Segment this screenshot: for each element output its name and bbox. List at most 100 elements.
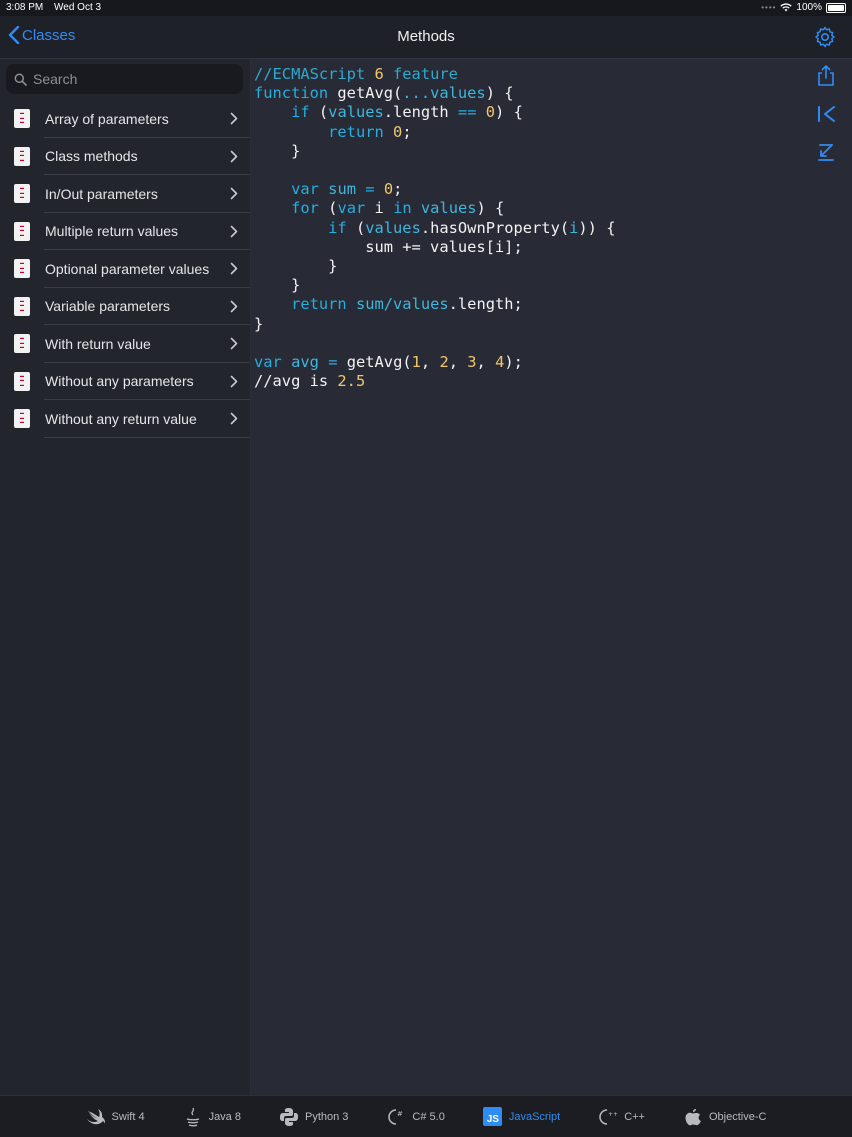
chevron-right-icon xyxy=(230,225,238,237)
status-date: Wed Oct 3 xyxy=(54,2,102,13)
search-box[interactable] xyxy=(6,64,243,94)
language-tab-bar: Swift 4 Java 8 Python 3 # C# 5.0 JS JavaScript… xyxy=(0,1095,852,1137)
code-token: } xyxy=(254,141,301,160)
code-line: var sum = 0; xyxy=(254,180,402,198)
multitasking-dots-icon: •••• xyxy=(761,3,777,12)
code-view: //ECMAScript 6 feature function getAvg(.… xyxy=(254,65,794,391)
code-line: } xyxy=(254,142,300,160)
code-line: sum += values[i]; xyxy=(254,238,523,256)
method-list-item[interactable]: ▬ ▬ ▬ Variable parameters xyxy=(0,288,250,325)
method-list-item[interactable]: ▬ ▬ ▬ Without any return value xyxy=(0,400,250,438)
share-button[interactable] xyxy=(814,64,838,88)
method-list-item[interactable]: ▬ ▬ ▬ Multiple return values xyxy=(0,213,250,250)
code-token: if xyxy=(291,103,310,122)
code-token: function xyxy=(254,84,329,103)
tab-java[interactable]: Java 8 xyxy=(164,1096,260,1137)
code-file-icon: ▬ ▬ ▬ xyxy=(14,109,30,128)
code-token: //ECMAScript xyxy=(254,65,375,83)
code-token: values xyxy=(328,103,384,122)
method-list-item[interactable]: ▬ ▬ ▬ Optional parameter values xyxy=(0,250,250,288)
code-token: return xyxy=(291,295,347,314)
code-token: } xyxy=(254,257,338,276)
code-file-icon: ▬ ▬ ▬ xyxy=(14,146,30,166)
code-line: return 0; xyxy=(254,122,412,141)
method-label: Without any parameters xyxy=(45,373,194,390)
method-label: In/Out parameters xyxy=(45,185,158,202)
code-token: for xyxy=(291,199,319,218)
code-token: = xyxy=(365,180,375,199)
wifi-icon xyxy=(780,3,793,12)
status-right: •••• 100% xyxy=(761,2,846,13)
code-token: var xyxy=(291,180,319,199)
code-line: if (values.length == 0) { xyxy=(254,103,523,121)
code-token: sum += values[i]; xyxy=(254,237,523,256)
swift-icon xyxy=(86,1107,106,1127)
method-list-item[interactable]: ▬ ▬ ▬ In/Out parameters xyxy=(0,175,250,213)
tab-label: Objective-C xyxy=(708,1110,767,1123)
code-token: var xyxy=(254,353,282,372)
python-icon xyxy=(279,1107,299,1127)
method-label: Optional parameter values xyxy=(45,260,210,277)
gear-icon xyxy=(815,26,835,48)
tab-label: Java 8 xyxy=(208,1110,241,1123)
settings-button[interactable] xyxy=(814,26,836,53)
code-token: sum/values xyxy=(355,295,449,314)
code-token: } xyxy=(254,276,301,295)
cpp-icon: ++ xyxy=(598,1107,618,1127)
csharp-icon: # xyxy=(386,1107,406,1127)
edit-button[interactable] xyxy=(814,140,838,164)
tab-csharp[interactable]: # C# 5.0 xyxy=(367,1096,463,1137)
code-line: } xyxy=(254,257,337,275)
code-token: i xyxy=(569,218,579,237)
status-time: 3:08 PM xyxy=(6,2,44,13)
battery-icon xyxy=(826,2,846,13)
java-icon xyxy=(183,1107,203,1127)
tab-cpp[interactable]: ++ C++ xyxy=(579,1096,664,1137)
code-token: .length; xyxy=(448,295,523,314)
code-token: ; xyxy=(393,180,403,199)
code-line: } xyxy=(254,276,300,294)
code-token: values xyxy=(365,218,421,237)
code-token: values xyxy=(420,199,477,218)
code-token: getAvg( xyxy=(337,353,412,372)
search-input[interactable] xyxy=(31,70,225,88)
chevron-right-icon xyxy=(230,300,238,312)
code-file-icon: ▬ ▬ ▬ xyxy=(14,334,30,353)
code-token: } xyxy=(254,314,264,333)
code-token: 2.5 xyxy=(337,372,366,391)
tab-python[interactable]: Python 3 xyxy=(260,1096,367,1137)
method-list-item[interactable]: ▬ ▬ ▬ With return value xyxy=(0,325,250,363)
code-token: ( xyxy=(309,103,329,122)
code-token: ; xyxy=(402,122,412,141)
code-token: 0 xyxy=(485,103,496,122)
collapse-sidebar-button[interactable] xyxy=(814,102,838,126)
code-token: //avg is xyxy=(254,372,338,391)
code-token: return xyxy=(328,122,384,141)
tab-objc[interactable]: Objective-C xyxy=(664,1096,785,1137)
method-list-item[interactable]: ▬ ▬ ▬ Class methods xyxy=(0,138,250,175)
edit-icon xyxy=(818,144,834,161)
code-token: , xyxy=(448,353,468,372)
tab-swift[interactable]: Swift 4 xyxy=(67,1096,164,1137)
code-line: return sum/values.length; xyxy=(254,295,523,313)
share-icon xyxy=(818,65,834,86)
tab-label: Swift 4 xyxy=(111,1110,145,1123)
method-list-item[interactable]: ▬ ▬ ▬ Array of parameters xyxy=(0,100,250,138)
tab-javascript[interactable]: JS JavaScript xyxy=(464,1096,579,1137)
code-line: var avg = getAvg(1, 2, 3, 4); xyxy=(254,353,523,371)
collapse-left-icon xyxy=(818,106,835,122)
chevron-right-icon xyxy=(230,337,238,350)
method-list-item[interactable]: ▬ ▬ ▬ Without any parameters xyxy=(0,363,250,400)
battery-percent: 100% xyxy=(796,2,822,13)
code-token: feature xyxy=(383,65,458,83)
chevron-right-icon xyxy=(230,262,238,275)
code-token: ) { xyxy=(495,103,523,122)
navigation-bar: Classes Methods xyxy=(0,16,852,59)
svg-text:#: # xyxy=(397,1110,403,1118)
